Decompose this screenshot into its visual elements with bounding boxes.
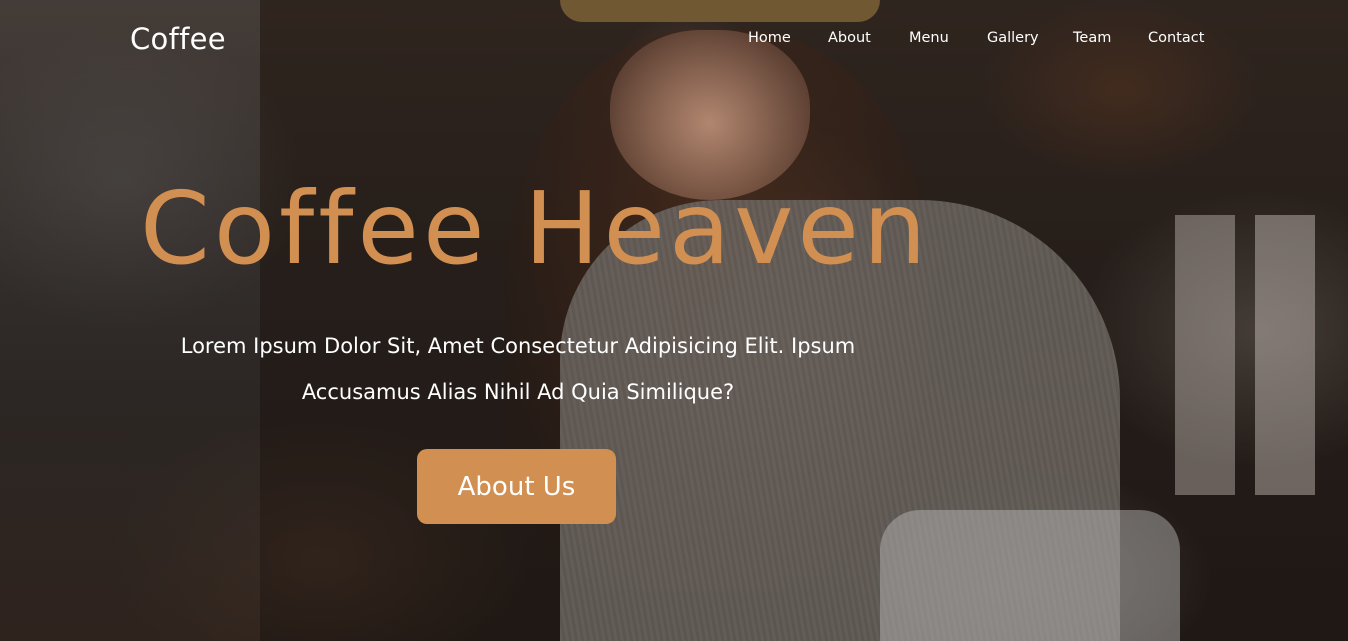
hero-title: Coffee Heaven [140, 170, 931, 287]
nav-item-contact: Contact [1148, 30, 1208, 46]
background-foreground-cup [880, 510, 1180, 641]
hero-section: Coffee Home About Menu Gallery Team Cont… [0, 0, 1348, 641]
background-cups [1095, 215, 1348, 495]
nav-link-gallery[interactable]: Gallery [987, 30, 1073, 46]
navbar: Coffee Home About Menu Gallery Team Cont… [0, 0, 1348, 80]
brand-logo-link[interactable]: Coffee [130, 22, 226, 56]
nav-item-team: Team [1073, 30, 1148, 46]
nav-link-contact[interactable]: Contact [1148, 30, 1208, 46]
about-us-button[interactable]: About Us [417, 449, 616, 524]
nav-item-about: About [828, 30, 909, 46]
nav-item-menu: Menu [909, 30, 987, 46]
nav-item-home: Home [748, 30, 828, 46]
nav-link-menu[interactable]: Menu [909, 30, 987, 46]
nav-link-about[interactable]: About [828, 30, 909, 46]
hero-subtitle: Lorem Ipsum Dolor Sit, Amet Consectetur … [180, 334, 856, 404]
nav-link-home[interactable]: Home [748, 30, 828, 46]
nav-item-gallery: Gallery [987, 30, 1073, 46]
nav-link-team[interactable]: Team [1073, 30, 1148, 46]
nav-links: Home About Menu Gallery Team Contact [748, 30, 1208, 46]
background-espresso-machine [0, 0, 260, 641]
